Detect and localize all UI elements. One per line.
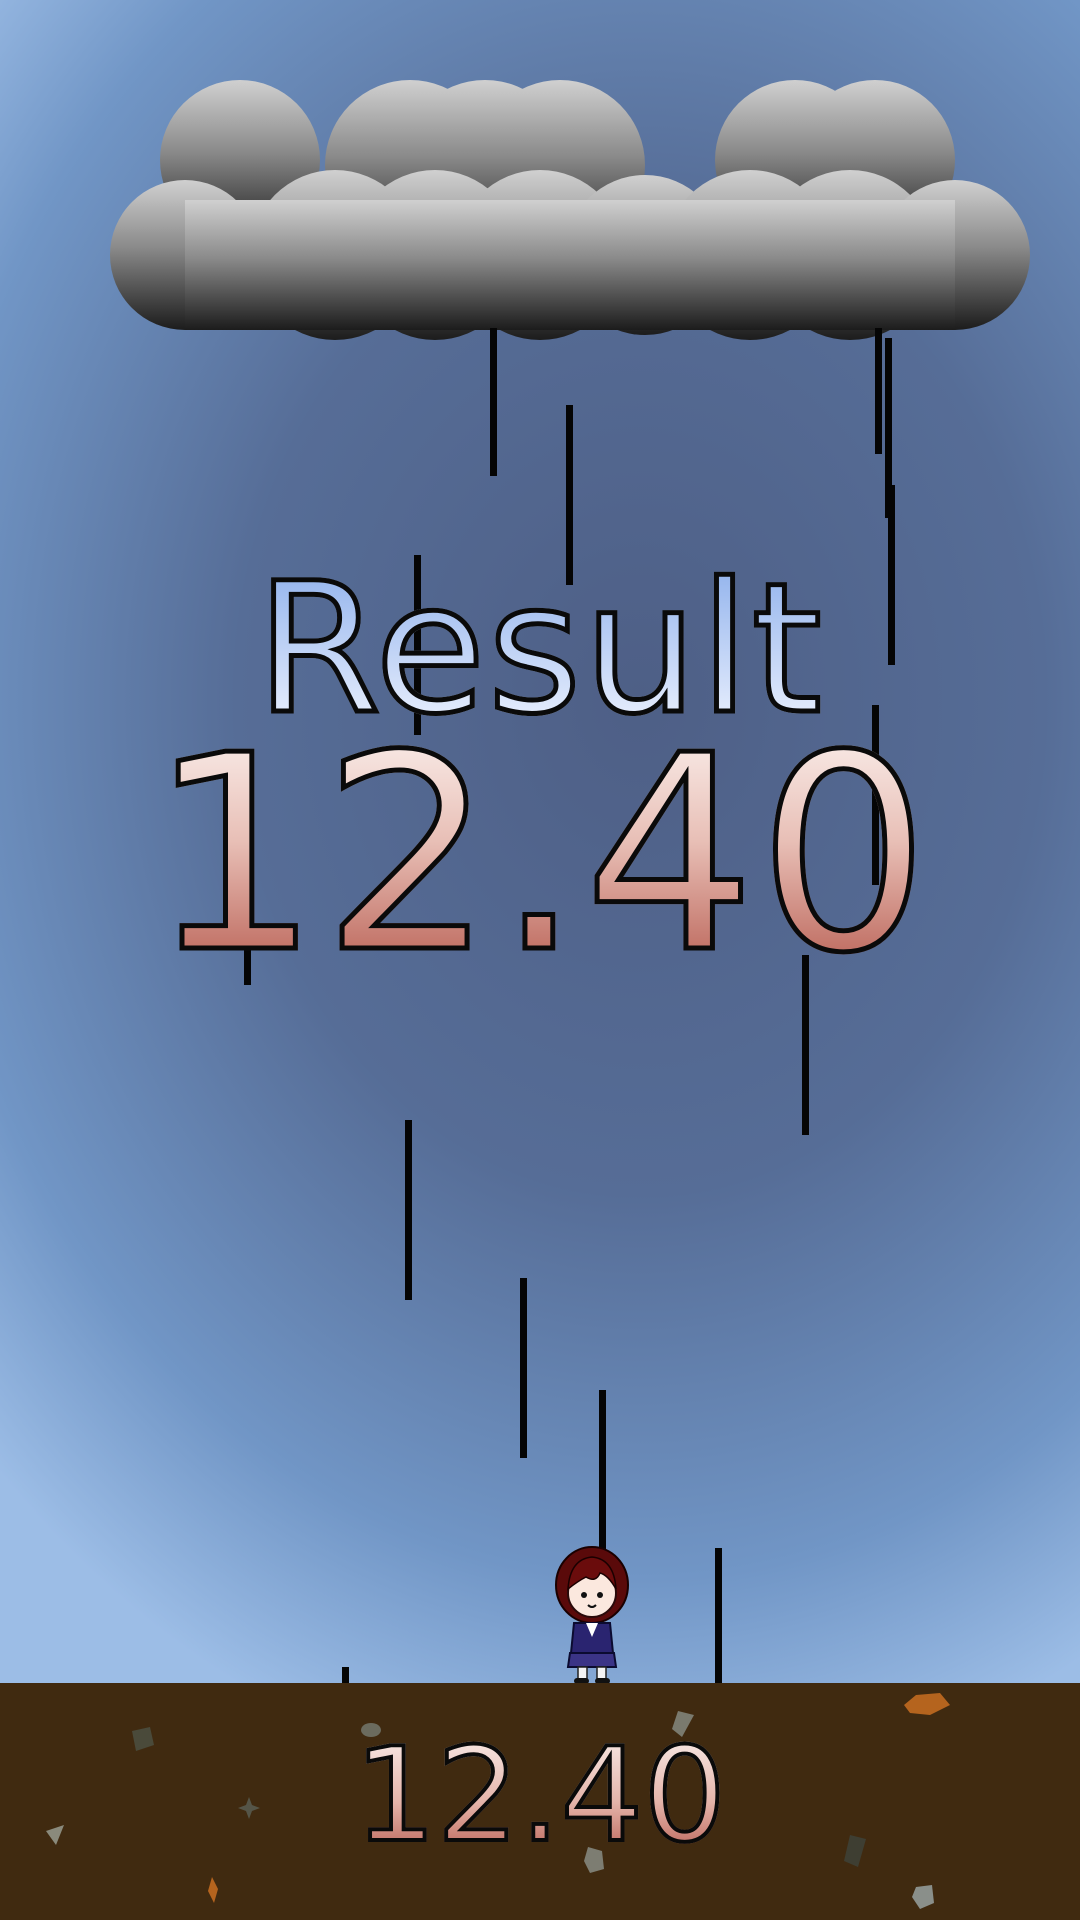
raindrop (342, 1667, 349, 1683)
pebble-icon (904, 1693, 950, 1715)
raindrop (405, 1120, 412, 1300)
raindrop (715, 1548, 722, 1683)
raindrop (520, 1278, 527, 1458)
result-score: 12.40 (0, 717, 1080, 992)
game-scene: Result 12.40 (0, 0, 1080, 1683)
raindrop (599, 1390, 606, 1570)
schoolgirl-character-icon (555, 1546, 629, 1683)
storm-cloud-icon (110, 80, 1030, 340)
ground-score: 12.40 (0, 1723, 1080, 1867)
raindrop (490, 328, 497, 476)
pebble-icon (912, 1885, 934, 1909)
raindrop (875, 328, 882, 454)
pebble-icon (208, 1877, 218, 1903)
